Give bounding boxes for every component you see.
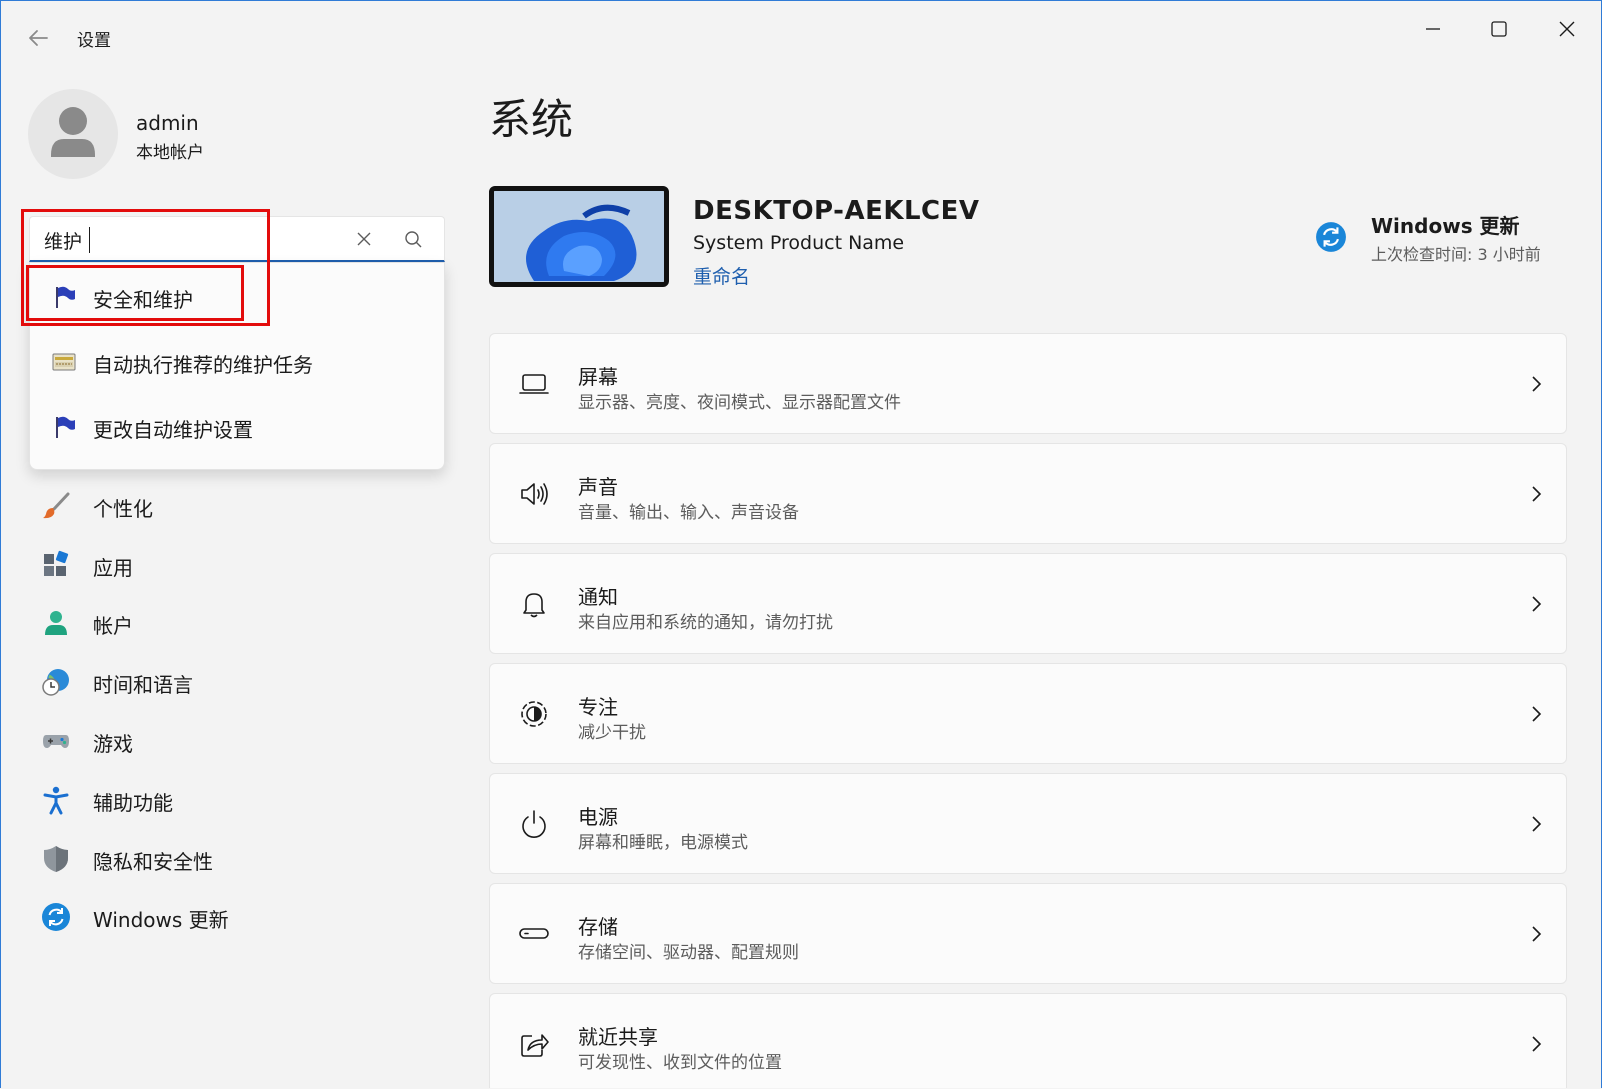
sidebar-item-personalization[interactable]: 个性化 [29, 481, 445, 531]
card-subtitle: 来自应用和系统的通知，请勿打扰 [578, 613, 833, 633]
gamepad-icon [41, 726, 71, 756]
sidebar-item-label: 时间和语言 [93, 673, 193, 697]
focus-icon [518, 698, 550, 730]
power-icon [518, 808, 550, 840]
control-panel-icon [51, 349, 77, 375]
card-subtitle: 存储空间、驱动器、配置规则 [578, 943, 799, 963]
flag-icon [51, 414, 77, 440]
page-title: 系统 [489, 95, 574, 144]
card-subtitle: 音量、输出、输入、声音设备 [578, 503, 799, 523]
account-type: 本地帐户 [136, 143, 204, 163]
close-icon [1559, 21, 1575, 37]
sidebar-item-apps[interactable]: 应用 [29, 540, 445, 590]
card-subtitle: 屏幕和睡眠，电源模式 [578, 833, 748, 853]
sidebar-item-accessibility[interactable]: 辅助功能 [29, 775, 445, 825]
card-nearby-sharing[interactable]: 就近共享 可发现性、收到文件的位置 [489, 993, 1567, 1088]
card-title: 电源 [578, 805, 618, 829]
close-icon [357, 232, 371, 246]
card-subtitle: 减少干扰 [578, 723, 646, 743]
search-button[interactable] [402, 228, 426, 252]
bell-icon [518, 588, 550, 620]
chevron-right-icon [1526, 1032, 1546, 1056]
card-title: 就近共享 [578, 1025, 658, 1049]
card-title: 专注 [578, 695, 618, 719]
sidebar-item-windows-update[interactable]: Windows 更新 [29, 892, 445, 942]
card-subtitle: 显示器、亮度、夜间模式、显示器配置文件 [578, 393, 901, 413]
sidebar-item-label: 辅助功能 [93, 791, 173, 815]
rename-link[interactable]: 重命名 [693, 262, 750, 289]
card-title: 声音 [578, 475, 618, 499]
sidebar-item-label: 个性化 [93, 497, 153, 521]
search-result-change-maintenance-settings[interactable]: 更改自动维护设置 [30, 399, 444, 455]
search-result-label: 更改自动维护设置 [93, 418, 253, 442]
sidebar-item-label: 应用 [93, 556, 133, 580]
sidebar-item-accounts[interactable]: 帐户 [29, 598, 445, 648]
card-title: 通知 [578, 585, 618, 609]
chevron-right-icon [1526, 592, 1546, 616]
card-display[interactable]: 屏幕 显示器、亮度、夜间模式、显示器配置文件 [489, 333, 1567, 434]
sidebar-item-label: 隐私和安全性 [93, 850, 213, 874]
chevron-right-icon [1526, 702, 1546, 726]
maximize-button[interactable] [1469, 9, 1529, 49]
card-focus[interactable]: 专注 减少干扰 [489, 663, 1567, 764]
avatar[interactable] [28, 89, 118, 179]
laptop-icon [518, 368, 550, 400]
maximize-icon [1491, 21, 1507, 37]
sidebar-item-label: Windows 更新 [93, 908, 229, 932]
card-power[interactable]: 电源 屏幕和睡眠，电源模式 [489, 773, 1567, 874]
card-title: 存储 [578, 915, 618, 939]
card-notifications[interactable]: 通知 来自应用和系统的通知，请勿打扰 [489, 553, 1567, 654]
back-button[interactable] [23, 23, 53, 53]
search-icon [405, 231, 422, 248]
back-arrow-icon [29, 30, 48, 46]
title-bar: 设置 [1, 1, 1601, 73]
shield-icon [41, 844, 71, 874]
apps-icon [41, 550, 71, 580]
globe-clock-icon [41, 667, 71, 697]
windows-update-last-checked: 上次检查时间: 3 小时前 [1371, 245, 1541, 264]
chevron-right-icon [1526, 812, 1546, 836]
app-title: 设置 [77, 31, 111, 51]
share-icon [518, 1028, 550, 1060]
chevron-right-icon [1526, 372, 1546, 396]
chevron-right-icon [1526, 922, 1546, 946]
device-model: System Product Name [693, 232, 905, 254]
minimize-icon [1426, 28, 1440, 30]
sidebar-item-time-language[interactable]: 时间和语言 [29, 657, 445, 707]
speaker-icon [518, 478, 550, 510]
search-result-auto-maintenance-tasks[interactable]: 自动执行推荐的维护任务 [30, 334, 444, 390]
person-icon [41, 608, 71, 638]
card-subtitle: 可发现性、收到文件的位置 [578, 1053, 782, 1073]
accessibility-icon [41, 785, 71, 815]
search-result-label: 自动执行推荐的维护任务 [93, 353, 313, 377]
card-sound[interactable]: 声音 音量、输出、输入、声音设备 [489, 443, 1567, 544]
highlight-box-inner [26, 265, 244, 321]
storage-icon [518, 918, 550, 950]
settings-window: 设置 admin 本地帐户 维护 安全和维护 自动执行推荐的维护任务 更改自动维… [0, 0, 1602, 1088]
chevron-right-icon [1526, 482, 1546, 506]
windows-update-icon[interactable] [1315, 221, 1347, 253]
clear-search-button[interactable] [352, 227, 376, 251]
user-name: admin [136, 111, 199, 135]
user-icon [51, 107, 95, 157]
sidebar-item-privacy-security[interactable]: 隐私和安全性 [29, 834, 445, 884]
sidebar-item-label: 游戏 [93, 732, 133, 756]
minimize-button[interactable] [1403, 9, 1463, 49]
sidebar-item-label: 帐户 [93, 614, 133, 638]
brush-icon [41, 491, 71, 521]
close-button[interactable] [1537, 9, 1597, 49]
card-storage[interactable]: 存储 存储空间、驱动器、配置规则 [489, 883, 1567, 984]
sidebar-item-gaming[interactable]: 游戏 [29, 716, 445, 766]
desktop-wallpaper-thumbnail [489, 186, 669, 287]
windows-update-title[interactable]: Windows 更新 [1371, 210, 1520, 239]
card-title: 屏幕 [578, 365, 618, 389]
windows-update-icon [41, 902, 71, 932]
device-name: DESKTOP-AEKLCEV [693, 196, 980, 226]
